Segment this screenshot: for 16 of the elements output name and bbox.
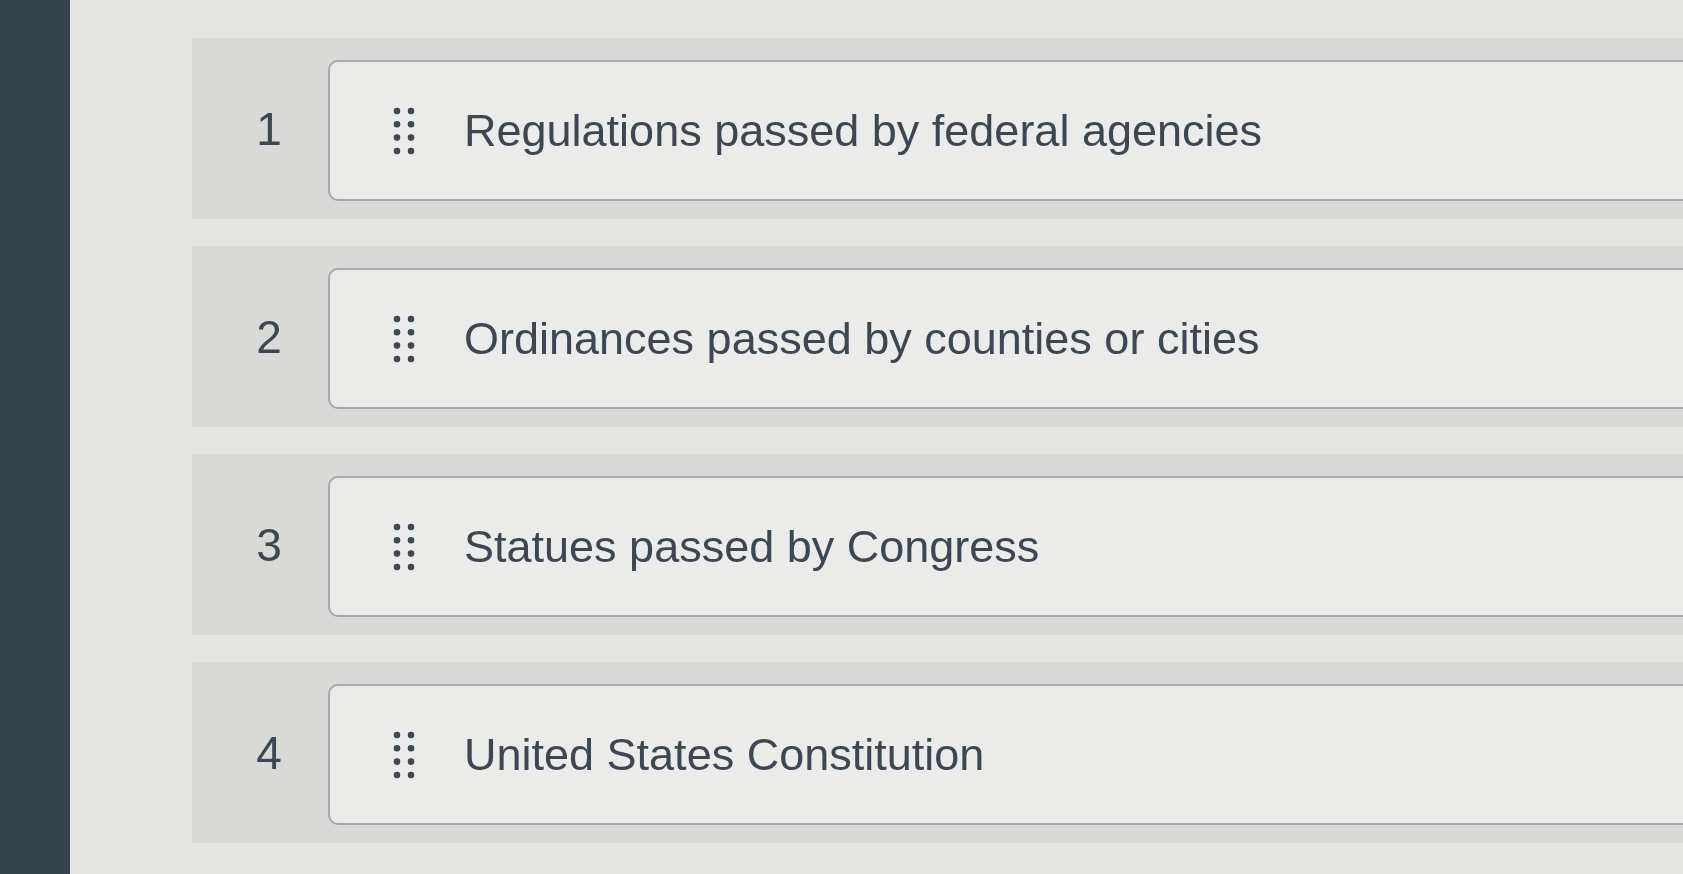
drag-handle-icon[interactable]	[393, 314, 415, 363]
position-number: 4	[255, 725, 283, 780]
draggable-answer[interactable]: Statues passed by Congress	[328, 476, 1683, 617]
drag-handle-icon[interactable]	[393, 730, 415, 779]
answer-text: Regulations passed by federal agencies	[464, 104, 1263, 157]
drag-handle-icon[interactable]	[393, 522, 415, 571]
draggable-answer[interactable]: Ordinances passed by counties or cities	[328, 268, 1683, 409]
answer-text: Statues passed by Congress	[464, 520, 1040, 573]
position-number: 2	[255, 309, 283, 364]
answer-text: United States Constitution	[464, 728, 985, 781]
position-number: 3	[255, 517, 283, 572]
draggable-answer[interactable]: Regulations passed by federal agencies	[328, 60, 1683, 201]
answer-text: Ordinances passed by counties or cities	[464, 312, 1260, 365]
position-number: 1	[255, 101, 283, 156]
drag-handle-icon[interactable]	[393, 106, 415, 155]
draggable-answer[interactable]: United States Constitution	[328, 684, 1683, 825]
